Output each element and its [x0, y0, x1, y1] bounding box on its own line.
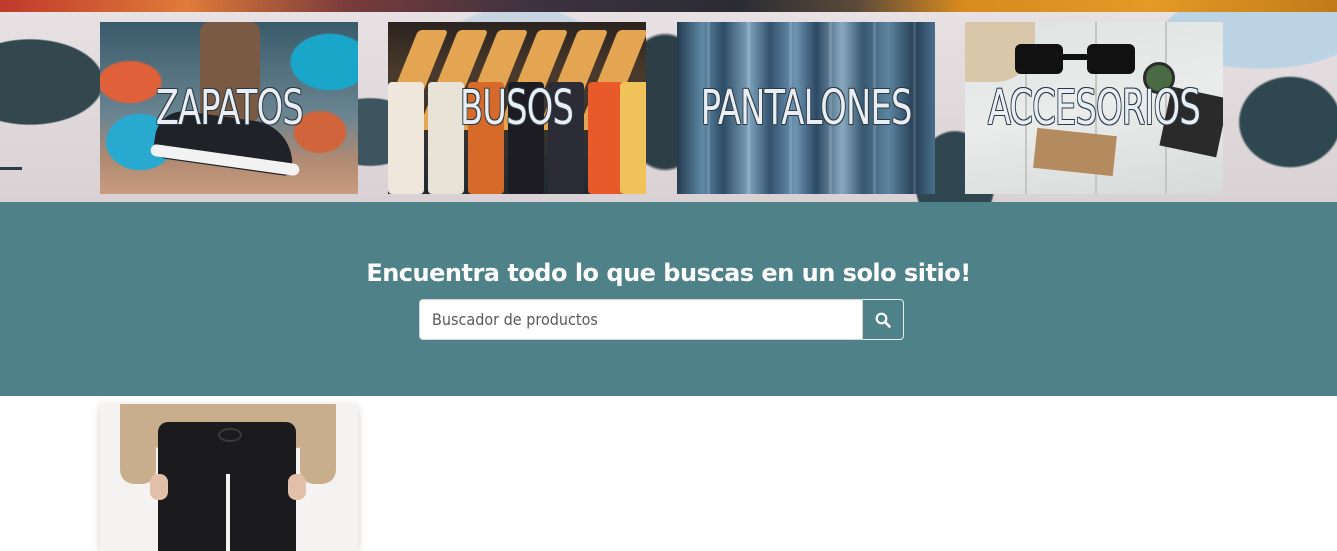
search-button[interactable]: [863, 299, 904, 340]
category-grid: ZAPATOS BUSOS PANTALONES ACCESORIOS: [100, 22, 1224, 194]
category-label: BUSOS: [460, 80, 574, 136]
top-banner-image: [0, 0, 1337, 12]
search-section: Encuentra todo lo que buscas en un solo …: [0, 202, 1337, 396]
wall-mark: [0, 167, 22, 170]
category-label: PANTALONES: [700, 80, 913, 136]
search-form: [419, 299, 904, 340]
category-card-accesorios[interactable]: ACCESORIOS: [965, 22, 1223, 194]
category-card-zapatos[interactable]: ZAPATOS: [100, 22, 358, 194]
search-input[interactable]: [419, 299, 863, 340]
category-label: ACCESORIOS: [987, 80, 1201, 136]
category-label: ZAPATOS: [155, 80, 303, 136]
search-icon: [875, 312, 891, 328]
search-tagline: Encuentra todo lo que buscas en un solo …: [366, 259, 971, 287]
category-card-busos[interactable]: BUSOS: [388, 22, 646, 194]
category-card-pantalones[interactable]: PANTALONES: [677, 22, 935, 194]
product-card[interactable]: [100, 404, 358, 551]
